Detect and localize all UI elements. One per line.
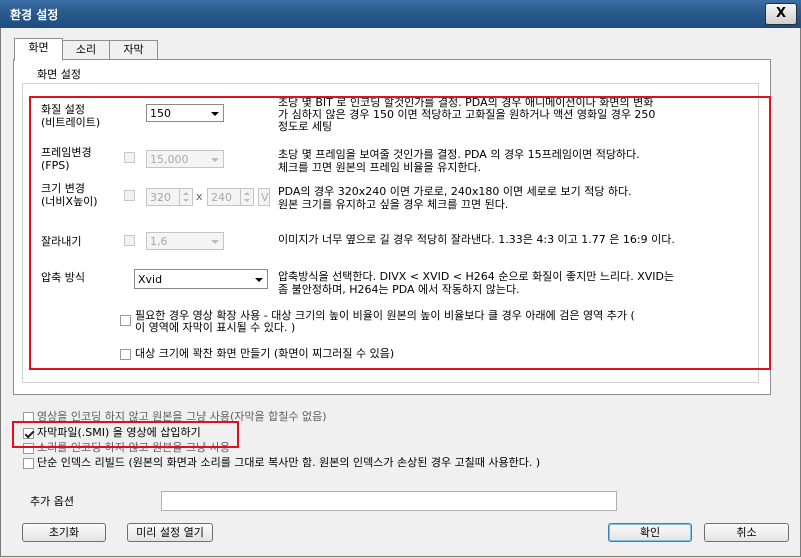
cancel-button[interactable]: 취소 xyxy=(704,523,789,542)
rebuild-index-label: 단순 인덱스 리빌드 (원본의 화면과 소리를 그대로 복사만 함. 원본의 인… xyxy=(37,456,541,469)
close-button[interactable]: X xyxy=(765,3,797,25)
extra-options-input[interactable] xyxy=(161,491,617,511)
insert-subtitle-label: 자막파일(.SMI) 을 영상에 삽입하기 xyxy=(37,426,201,439)
extra-options-label: 추가 옵션 xyxy=(30,495,74,508)
rebuild-index-checkbox[interactable] xyxy=(23,458,34,469)
highlight-box-settings xyxy=(29,96,771,370)
open-preset-button[interactable]: 미리 설정 열기 xyxy=(127,523,213,542)
reset-button[interactable]: 초기화 xyxy=(22,523,106,542)
insert-subtitle-checkbox[interactable] xyxy=(23,428,34,439)
window-title: 환경 설정 xyxy=(10,8,59,22)
title-bar: 환경 설정 X xyxy=(0,0,801,28)
tab-audio[interactable]: 소리 xyxy=(62,40,110,59)
ok-button[interactable]: 확인 xyxy=(608,523,692,542)
tab-subtitle[interactable]: 자막 xyxy=(109,40,158,59)
group-title: 화면 설정 xyxy=(37,68,81,81)
tab-screen[interactable]: 화면 xyxy=(14,38,63,61)
